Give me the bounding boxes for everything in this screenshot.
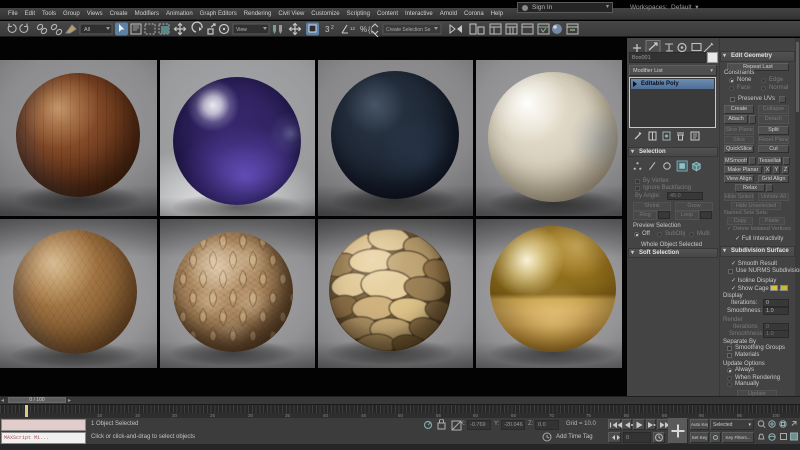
svg-text:View: View: [236, 27, 247, 33]
svg-text:3: 3: [325, 25, 330, 34]
svg-text:Create Selection Se: Create Selection Se: [386, 27, 431, 33]
svg-text:2: 2: [331, 25, 334, 31]
svg-text:{(: {(: [368, 27, 373, 34]
svg-text:12: 12: [350, 26, 356, 31]
svg-text:%: %: [360, 25, 367, 34]
svg-text:All: All: [84, 27, 90, 33]
